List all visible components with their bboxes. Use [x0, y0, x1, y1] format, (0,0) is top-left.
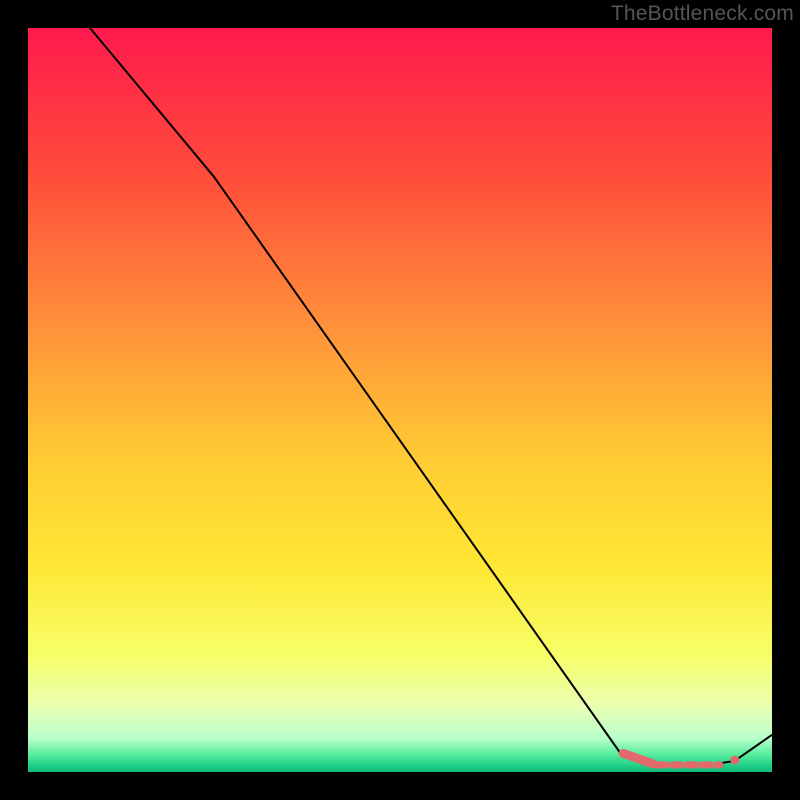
plot-svg	[28, 28, 772, 772]
chart-container: TheBottleneck.com	[0, 0, 800, 800]
highlight-valley-right-dot	[730, 756, 739, 765]
gradient-background	[28, 28, 772, 772]
plot-area	[28, 28, 772, 772]
watermark-text: TheBottleneck.com	[611, 2, 794, 26]
